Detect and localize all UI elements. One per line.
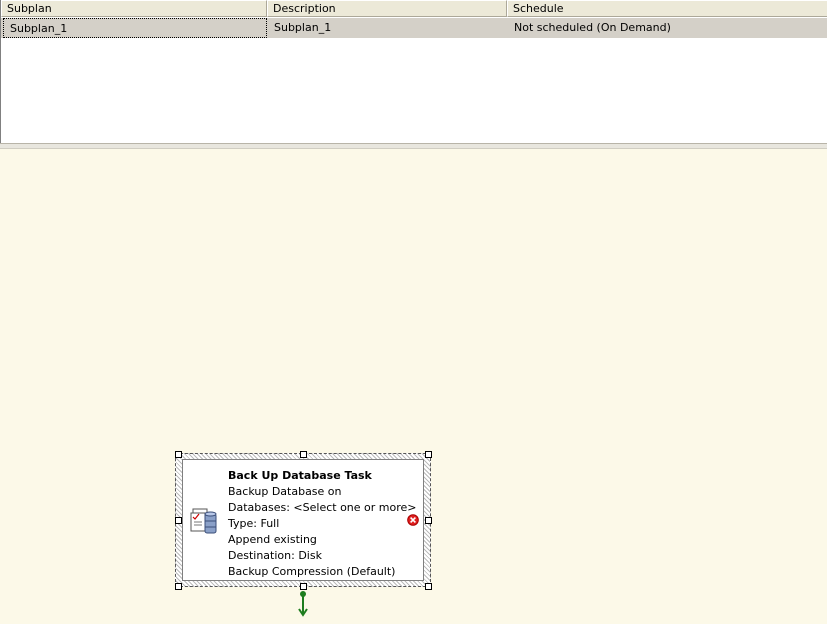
- task-line-append: Append existing: [228, 533, 317, 546]
- resize-handle[interactable]: [175, 451, 182, 458]
- task-details: Back Up Database Task Backup Database on…: [228, 468, 417, 580]
- cell-schedule[interactable]: Not scheduled (On Demand): [508, 18, 827, 38]
- cell-description[interactable]: Subplan_1: [268, 18, 507, 38]
- task-line-type: Type: Full: [228, 517, 280, 530]
- task-line-destination: Destination: Disk: [228, 549, 322, 562]
- task-line-server: Backup Database on: [228, 485, 342, 498]
- backup-database-task[interactable]: Back Up Database Task Backup Database on…: [182, 459, 424, 581]
- resize-handle[interactable]: [175, 583, 182, 590]
- resize-handle[interactable]: [425, 517, 432, 524]
- backup-database-icon: [190, 508, 217, 534]
- subplan-grid: Subplan Description Schedule Subplan_1 S…: [0, 0, 827, 143]
- resize-handle[interactable]: [300, 451, 307, 458]
- task-title: Back Up Database Task: [228, 469, 372, 482]
- precedence-connector-arrow-icon[interactable]: [297, 590, 309, 618]
- column-header-schedule[interactable]: Schedule: [507, 0, 827, 17]
- grid-header: Subplan Description Schedule: [1, 0, 827, 17]
- resize-handle[interactable]: [175, 517, 182, 524]
- task-line-compression: Backup Compression (Default): [228, 565, 396, 578]
- column-header-subplan[interactable]: Subplan: [1, 0, 267, 17]
- error-icon[interactable]: [407, 514, 419, 526]
- resize-handle[interactable]: [300, 583, 307, 590]
- resize-handle[interactable]: [425, 451, 432, 458]
- resize-handle[interactable]: [425, 583, 432, 590]
- table-row[interactable]: Subplan_1 Subplan_1 Not scheduled (On De…: [1, 18, 827, 38]
- task-line-databases: Databases: <Select one or more>: [228, 501, 417, 514]
- column-header-description[interactable]: Description: [267, 0, 507, 17]
- cell-subplan[interactable]: Subplan_1: [3, 18, 267, 38]
